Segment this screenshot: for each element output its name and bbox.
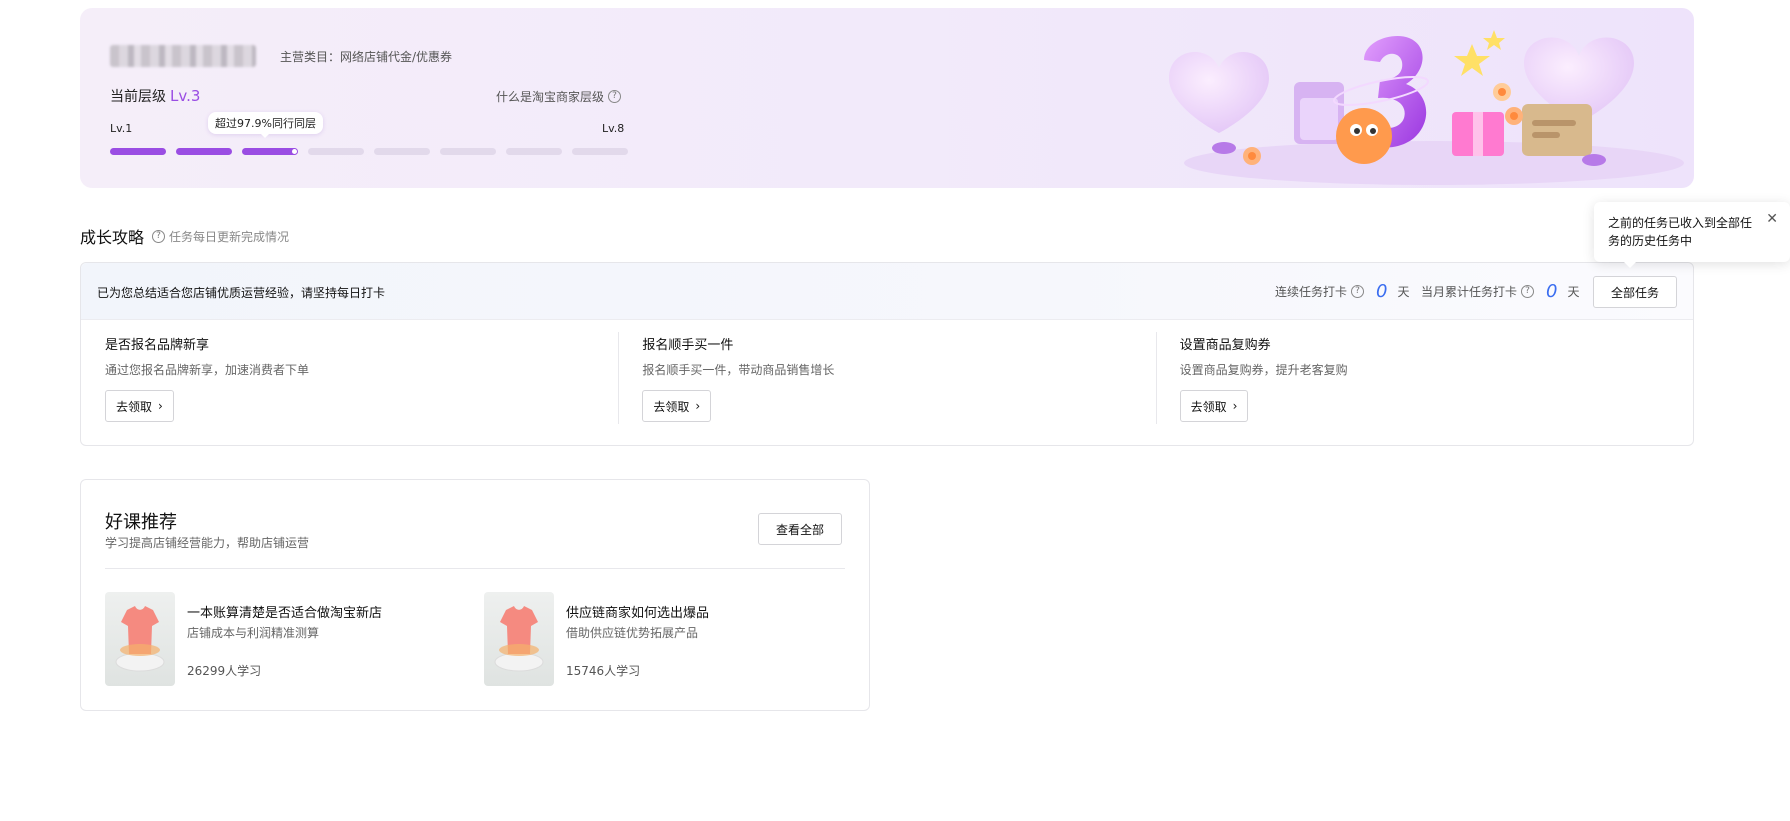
task-item: 是否报名品牌新享 通过您报名品牌新享，加速消费者下单 去领取 ›	[81, 320, 618, 446]
course-thumbnail	[105, 592, 175, 686]
course-desc: 店铺成本与利润精准测算	[187, 626, 320, 640]
level-segment-5	[374, 148, 430, 155]
monthly-unit: 天	[1567, 285, 1580, 299]
task-notice: 已为您总结适合您店铺优质运营经验，请坚持每日打卡	[97, 286, 386, 300]
level-segment-1	[110, 148, 166, 155]
task-card-header: 已为您总结适合您店铺优质运营经验，请坚持每日打卡 连续任务打卡 ? 0 天 当月…	[81, 263, 1693, 320]
max-level-label: Lv.8	[602, 122, 625, 135]
course-section-subtitle: 学习提高店铺经营能力，帮助店铺运营	[105, 536, 310, 550]
help-circle-icon[interactable]: ?	[1351, 285, 1365, 298]
course-learners: 15746人学习	[566, 664, 641, 678]
close-icon[interactable]: ✕	[1766, 210, 1778, 228]
current-level-value: Lv.3	[170, 87, 201, 105]
claim-button[interactable]: 去领取 ›	[642, 390, 712, 422]
chevron-right-icon: ›	[695, 399, 701, 413]
streak-stat: 连续任务打卡 ? 0 天	[1275, 281, 1409, 302]
course-learners: 26299人学习	[187, 664, 262, 678]
streak-label: 连续任务打卡	[1275, 285, 1348, 299]
claim-button[interactable]: 去领取 ›	[1179, 390, 1249, 422]
divider	[105, 568, 845, 569]
tshirt-icon	[115, 606, 165, 672]
current-level: 当前层级 Lv.3	[110, 86, 200, 106]
growth-title: 成长攻略	[80, 228, 145, 247]
task-card: 已为您总结适合您店铺优质运营经验，请坚持每日打卡 连续任务打卡 ? 0 天 当月…	[80, 262, 1694, 446]
course-thumbnail	[484, 592, 554, 686]
chevron-right-icon: ›	[158, 399, 163, 413]
task-title: 是否报名品牌新享	[105, 338, 210, 353]
course-desc: 借助供应链优势拓展产品	[566, 626, 699, 640]
popover-text: 之前的任务已收入到全部任务的历史任务中	[1608, 216, 1753, 248]
all-tasks-button[interactable]: 全部任务	[1593, 276, 1677, 308]
what-is-level-label: 什么是淘宝商家层级	[496, 90, 605, 104]
claim-button-label: 去领取	[1190, 399, 1227, 414]
level-segment-6	[440, 148, 496, 155]
task-list: 是否报名品牌新享 通过您报名品牌新享，加速消费者下单 去领取 › 报名顺手买一件…	[81, 320, 1693, 446]
rank-tooltip: 超过97.9%同行同层	[208, 112, 323, 138]
course-title: 一本账算清楚是否适合做淘宝新店	[187, 606, 383, 621]
streak-value: 0	[1376, 281, 1388, 302]
level-banner: 主营类目：网络店铺代金/优惠券 当前层级 Lv.3 什么是淘宝商家层级 ? Lv.…	[80, 8, 1694, 188]
what-is-level-link[interactable]: 什么是淘宝商家层级 ?	[496, 88, 622, 105]
view-all-button[interactable]: 查看全部	[758, 513, 842, 545]
course-section-title: 好课推荐	[105, 512, 177, 533]
course-item[interactable]: 供应链商家如何选出爆品 借助供应链优势拓展产品 15746人学习	[484, 592, 824, 686]
task-title: 报名顺手买一件	[642, 338, 734, 353]
task-item: 设置商品复购券 设置商品复购券，提升老客复购 去领取 ›	[1155, 320, 1693, 446]
task-title: 设置商品复购券	[1179, 338, 1271, 353]
growth-subtitle: 任务每日更新完成情况	[169, 229, 290, 244]
level-segment-2	[176, 148, 232, 155]
help-circle-icon[interactable]: ?	[152, 229, 166, 243]
chevron-right-icon: ›	[1232, 399, 1238, 413]
level-segment-8	[572, 148, 628, 155]
level-segment-4	[308, 148, 364, 155]
history-tasks-popover: 之前的任务已收入到全部任务的历史任务中 ✕	[1594, 202, 1790, 268]
task-desc: 设置商品复购券，提升老客复购	[1179, 363, 1348, 377]
course-card: 好课推荐 学习提高店铺经营能力，帮助店铺运营 查看全部 一本账算清楚是否适合做淘…	[80, 479, 870, 711]
current-level-label: 当前层级	[110, 89, 166, 105]
main-category: 主营类目：网络店铺代金/优惠券	[280, 50, 453, 64]
monthly-stat: 当月累计任务打卡 ? 0 天	[1421, 281, 1579, 302]
claim-button[interactable]: 去领取 ›	[105, 390, 174, 422]
course-item[interactable]: 一本账算清楚是否适合做淘宝新店 店铺成本与利润精准测算 26299人学习	[105, 592, 445, 686]
monthly-label: 当月累计任务打卡	[1421, 285, 1518, 299]
level-3-illustration	[1169, 30, 1684, 185]
course-title: 供应链商家如何选出爆品	[566, 606, 710, 621]
min-level-label: Lv.1	[110, 122, 133, 135]
monthly-value: 0	[1546, 281, 1558, 302]
task-desc: 通过您报名品牌新享，加速消费者下单	[105, 363, 310, 377]
claim-button-label: 去领取	[116, 399, 153, 414]
level-progress-bar	[110, 148, 628, 155]
task-desc: 报名顺手买一件，带动商品销售增长	[642, 363, 835, 377]
growth-subtitle-group: ? 任务每日更新完成情况	[152, 228, 289, 245]
streak-unit: 天	[1397, 285, 1410, 299]
tshirt-icon	[494, 606, 544, 672]
task-item: 报名顺手买一件 报名顺手买一件，带动商品销售增长 去领取 ›	[618, 320, 1155, 446]
growth-section-header: 成长攻略 ? 任务每日更新完成情况	[80, 224, 289, 248]
store-name-blurred	[110, 45, 256, 67]
help-circle-icon[interactable]: ?	[608, 90, 622, 103]
claim-button-label: 去领取	[653, 399, 690, 414]
level-segment-3	[242, 148, 298, 155]
help-circle-icon[interactable]: ?	[1521, 285, 1535, 298]
level-segment-7	[506, 148, 562, 155]
